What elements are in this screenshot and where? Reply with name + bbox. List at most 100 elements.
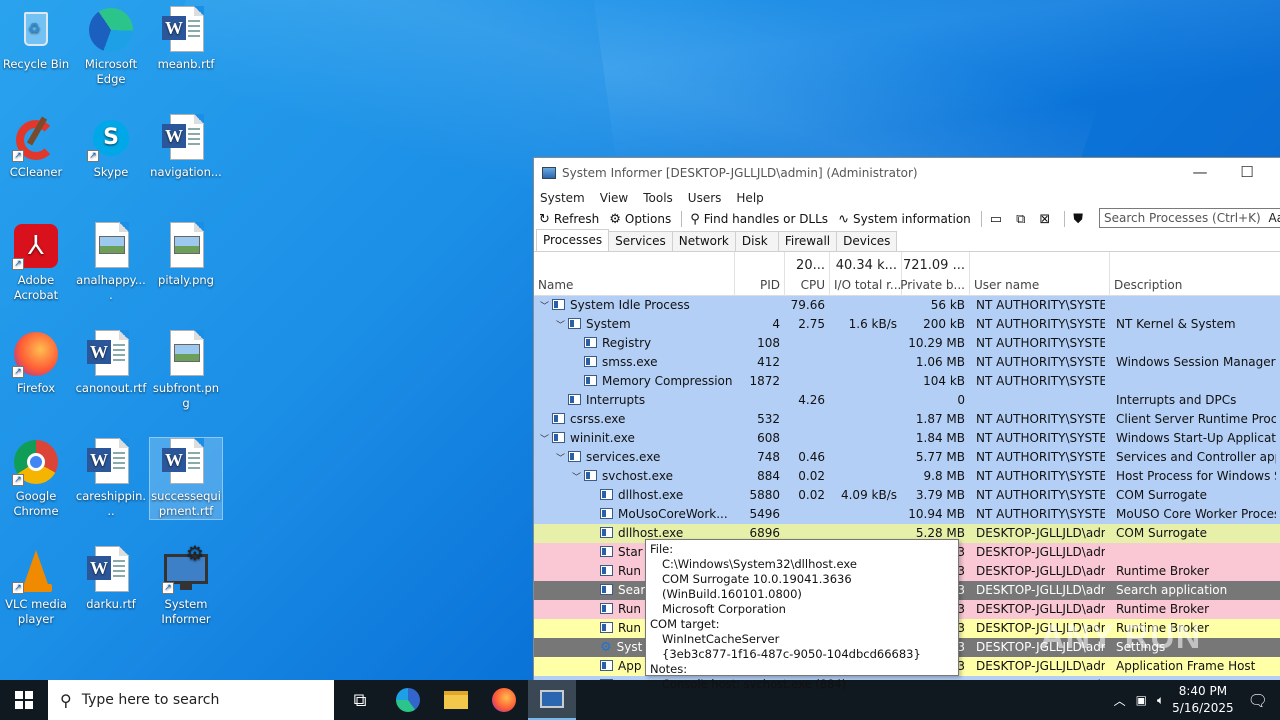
column-description[interactable]: Description [1110,252,1280,296]
menu-users[interactable]: Users [688,191,722,205]
taskbar-search-box[interactable]: ⚲ Type here to search [48,680,334,720]
menu-tools[interactable]: Tools [643,191,673,205]
process-name-cell: smss.exe [572,353,735,372]
search-processes-input[interactable]: Search Processes (Ctrl+K) Aa [1099,208,1280,228]
tab-network[interactable]: Network [671,231,736,251]
process-row[interactable]: Registry 108 10.29 MB NT AUTHORITY\SYSTEM [534,334,1280,353]
process-cpu-cell [785,334,825,353]
notifications-button[interactable]: 🗨︎ [1248,691,1268,710]
menu-system[interactable]: System [540,191,585,205]
process-row[interactable]: ﹀ System Idle Process 79.66 56 kB NT AUTHORI… [534,296,1280,315]
find-handles-button[interactable]: ⚲ Find handles or DLLs [690,212,828,227]
volume-icon[interactable]: 🔈︎ [1157,693,1164,708]
desktop-icon[interactable]: Wcareshippin... [75,438,147,519]
title-bar[interactable]: System Informer [DESKTOP-JGLLJLD\admin] … [534,158,1280,188]
process-icon [552,413,565,424]
chevron-down-icon[interactable]: ﹀ [556,317,568,334]
tab-devices[interactable]: Devices [836,231,898,251]
process-name-cell: ﹀ wininit.exe [540,429,735,448]
desktop-icon[interactable]: ⚙ ↗ System Informer [150,543,222,627]
column-pid[interactable]: PID [735,252,785,296]
process-desc-cell: Client Server Runtime Process [1116,412,1276,426]
process-cpu-cell: 2.75 [798,317,825,331]
taskbar-system-informer[interactable] [528,680,576,720]
desktop-icon[interactable]: ⅄ ↗ Adobe Acrobat [0,222,72,303]
process-row[interactable]: csrss.exe 532 1.87 MB NT AUTHORITY\SYSTEM Cl… [534,410,1280,429]
options-button[interactable]: ⚙ Options [609,212,671,227]
clock[interactable]: 8:40 PM 5/16/2025 [1172,683,1234,717]
process-pid-cell: 884 [757,469,780,483]
process-row[interactable]: smss.exe 412 1.06 MB NT AUTHORITY\SYSTEM Win… [534,353,1280,372]
process-desc-cell [1116,372,1276,391]
desktop-icon[interactable]: Wdarku.rtf [75,546,147,612]
tab-processes[interactable]: Processes [536,229,610,251]
desktop-icon[interactable]: ↗ Firefox [0,330,72,396]
column-user-name[interactable]: User name [970,252,1110,296]
word-doc-icon: W [162,114,210,162]
taskbar-firefox[interactable] [480,680,528,720]
chevron-down-icon[interactable]: ﹀ [540,298,552,315]
column-io[interactable]: 40.34 k... I/O total r... [830,252,902,296]
process-row[interactable]: MoUsoCoreWork... 5496 10.94 MB NT AUTHORITY… [534,505,1280,524]
chrome-icon: ↗ [12,438,60,486]
find-window-button[interactable]: ⧉ [1016,212,1029,227]
kill-window-button[interactable]: ⊠ [1039,212,1054,227]
tab-services[interactable]: Services [608,231,673,251]
process-row[interactable]: ﹀ System 4 2.75 1.6 kB/s 200 kB NT AUTHORITY\S… [534,315,1280,334]
process-icon [600,565,613,576]
task-view-button[interactable]: ⧉ [336,680,384,720]
desktop-icon[interactable]: Wmeanb.rtf [150,6,222,72]
system-information-button[interactable]: ∿ System information [838,212,971,227]
start-button[interactable] [0,680,48,720]
process-io-cell [830,391,897,410]
process-row[interactable]: Memory Compression 1872 104 kB NT AUTHORITY… [534,372,1280,391]
desktop-icon[interactable]: ♻ Recycle Bin [0,6,72,72]
taskbar-file-explorer[interactable] [432,680,480,720]
process-desc-cell: Windows Session Manager [1116,355,1276,369]
process-icon [552,432,565,443]
tab-firewall[interactable]: Firewall [777,231,838,251]
desktop-icon[interactable]: Wsuccessequipment.rtf [149,437,223,520]
window-icon-button[interactable]: ▭ [990,212,1006,227]
desktop-icon[interactable]: subfront.png [150,330,222,411]
process-desc-cell: Host Process for Windows Ser... [1116,469,1276,483]
chevron-down-icon[interactable]: ﹀ [540,431,552,448]
anyrun-watermark: ANY RUN [1040,618,1202,656]
desktop-icon[interactable]: Wnavigation... [150,114,222,180]
desktop-icon[interactable]: analhappy.... [75,222,147,303]
desktop-icon-label: Skype [93,165,129,179]
desktop-icon[interactable]: Microsoft Edge [75,6,147,87]
desktop-icon[interactable]: ↗ Google Chrome [0,438,72,519]
chevron-down-icon[interactable]: ﹀ [572,469,584,486]
process-name: Run [618,564,642,578]
column-private-bytes[interactable]: 721.09 ... Private b... [900,252,970,296]
column-private-bytes-label: Private b... [900,278,965,292]
refresh-button[interactable]: ↻ Refresh [539,212,599,227]
match-case-toggle[interactable]: Aa [1268,209,1280,227]
column-name[interactable]: Name [534,252,735,296]
desktop-icon[interactable]: ↗ VLC media player [0,546,72,627]
pulse-graph-icon: ∿ [838,211,849,227]
column-cpu[interactable]: 20... CPU [785,252,830,296]
menu-view[interactable]: View [600,191,628,205]
shield-button[interactable]: ⛊ [1073,212,1087,227]
show-hidden-icons-button[interactable]: ︿ [1114,692,1126,709]
windows-logo-icon [15,691,33,709]
process-row[interactable]: Interrupts 4.26 0 Interrupts and DPCs [534,391,1280,410]
tab-disk[interactable]: Disk [734,231,779,251]
desktop-icon[interactable]: pitaly.png [150,222,222,288]
menu-help[interactable]: Help [736,191,763,205]
firefox-icon [492,688,516,712]
process-row[interactable]: ﹀ svchost.exe 884 0.02 9.8 MB NT AUTHORITY\SY… [534,467,1280,486]
taskbar-edge[interactable] [384,680,432,720]
maximize-button[interactable]: ☐ [1224,158,1270,188]
process-row[interactable]: ﹀ wininit.exe 608 1.84 MB NT AUTHORITY\SYSTE… [534,429,1280,448]
desktop-icon[interactable]: S ↗ Skype [75,114,147,180]
process-row[interactable]: dllhost.exe 5880 0.02 4.09 kB/s 3.79 MB NT AU… [534,486,1280,505]
minimize-button[interactable]: — [1177,158,1223,188]
chevron-down-icon[interactable]: ﹀ [556,450,568,467]
desktop-icon[interactable]: Wcanonout.rtf [75,330,147,396]
process-row[interactable]: ﹀ services.exe 748 0.46 5.77 MB NT AUTHORITY\… [534,448,1280,467]
network-icon[interactable]: ▣ [1136,693,1147,707]
desktop-icon[interactable]: ↗ CCleaner [0,114,72,180]
